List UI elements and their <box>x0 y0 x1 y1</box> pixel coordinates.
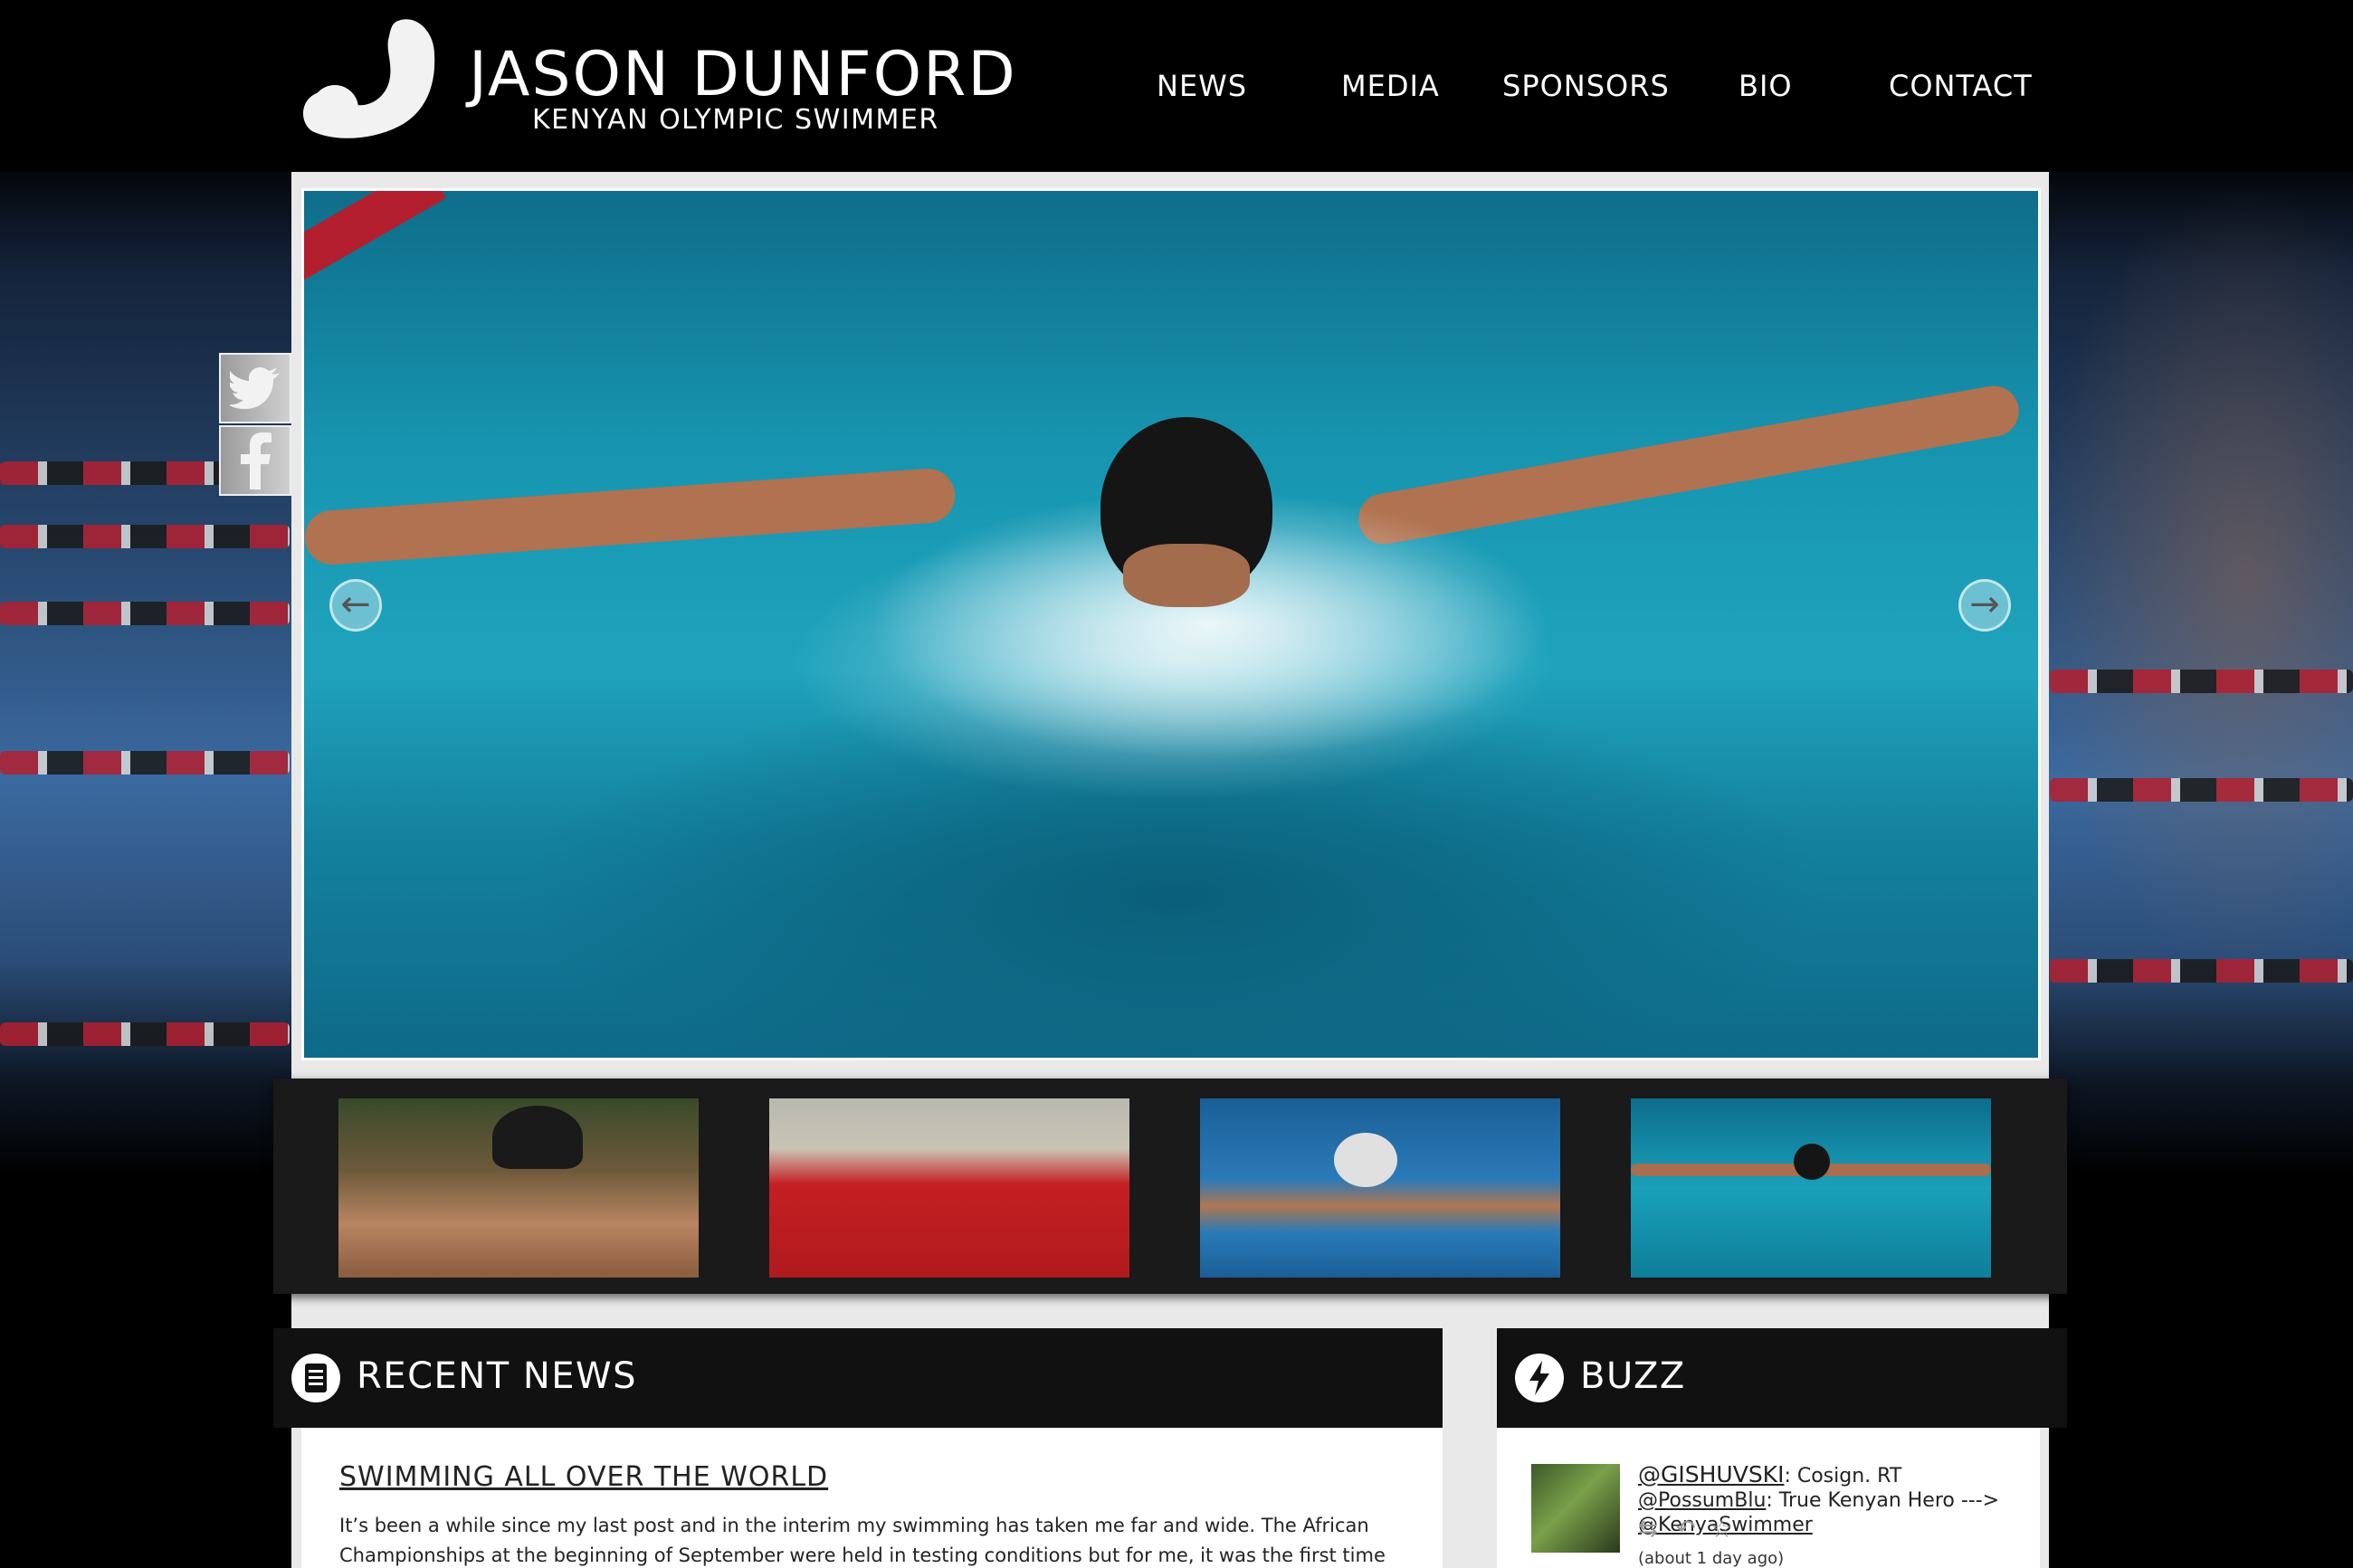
site-header: JASON DUNFORD KENYAN OLYMPIC SWIMMER NEW… <box>0 0 2353 172</box>
nav-item-bio[interactable]: BIO <box>1739 69 1793 103</box>
notepad-icon <box>291 1354 340 1402</box>
nav-item-sponsors[interactable]: SPONSORS <box>1502 69 1670 103</box>
swim-cap <box>492 1106 583 1169</box>
thumbnail-breaststroke[interactable] <box>1200 1098 1560 1278</box>
buzz-header: BUZZ <box>1497 1328 2067 1428</box>
facebook-icon <box>241 432 272 489</box>
arrow-left-icon: ← <box>340 584 371 625</box>
thumbnail-goggles[interactable] <box>338 1098 699 1278</box>
tweet-mention-link[interactable]: @PossumBlu <box>1638 1489 1766 1512</box>
favorite-icon[interactable]: ☆ <box>1710 1514 1733 1544</box>
hero-slider[interactable] <box>301 188 2041 1060</box>
swimmer-arm <box>304 466 957 567</box>
tweet-actions: ⇆ ↶ ☆ <box>1638 1514 1747 1544</box>
lightning-icon <box>1515 1354 1564 1402</box>
avatar[interactable] <box>1531 1464 1620 1553</box>
news-post-title-link[interactable]: SWIMMING ALL OVER THE WORLD <box>339 1461 828 1493</box>
lane-rope <box>0 1022 290 1046</box>
lane-rope <box>2050 778 2353 802</box>
swimmer-arm <box>1354 382 2024 548</box>
twitter-button[interactable] <box>219 353 291 423</box>
tweet-text-part: : True Kenyan Hero ---> <box>1766 1489 2000 1512</box>
retweet-icon[interactable]: ⇆ <box>1638 1516 1658 1543</box>
facebook-button[interactable] <box>219 425 291 496</box>
tweet-text-part: : Cosign. RT <box>1784 1465 1902 1487</box>
nav-item-contact[interactable]: CONTACT <box>1889 69 2033 103</box>
swimmer-face <box>1123 544 1250 607</box>
recent-news-header: RECENT NEWS <box>273 1328 1443 1428</box>
swim-cap <box>1334 1133 1397 1187</box>
tweet-timestamp: (about 1 day ago) <box>1638 1549 1785 1568</box>
tweet-user-link[interactable]: @GISHUVSKI <box>1638 1461 1784 1487</box>
arrow-right-icon: → <box>1969 584 2000 625</box>
lane-rope <box>0 751 290 774</box>
slider-next-button[interactable]: → <box>1958 579 2011 632</box>
swim-cap <box>1794 1144 1830 1180</box>
main-nav: NEWS MEDIA SPONSORS BIO CONTACT <box>0 69 2353 114</box>
twitter-icon <box>230 367 280 409</box>
recent-news-title: RECENT NEWS <box>357 1355 637 1397</box>
nav-item-media[interactable]: MEDIA <box>1341 69 1440 103</box>
thumbnail-strip <box>273 1079 2067 1294</box>
thumbnail-butterfly[interactable] <box>1631 1098 1991 1278</box>
buzz-title: BUZZ <box>1580 1355 1686 1397</box>
thumbnail-team[interactable] <box>769 1098 1129 1278</box>
lane-rope <box>2050 959 2353 983</box>
lane-rope <box>2050 670 2353 693</box>
lane-rope <box>0 525 290 548</box>
lane-rope <box>304 191 446 298</box>
nav-item-news[interactable]: NEWS <box>1157 69 1247 103</box>
reply-icon[interactable]: ↶ <box>1676 1516 1696 1543</box>
slider-prev-button[interactable]: ← <box>329 579 382 632</box>
lane-rope <box>0 602 290 625</box>
news-post-excerpt: It’s been a while since my last post and… <box>339 1515 1386 1566</box>
